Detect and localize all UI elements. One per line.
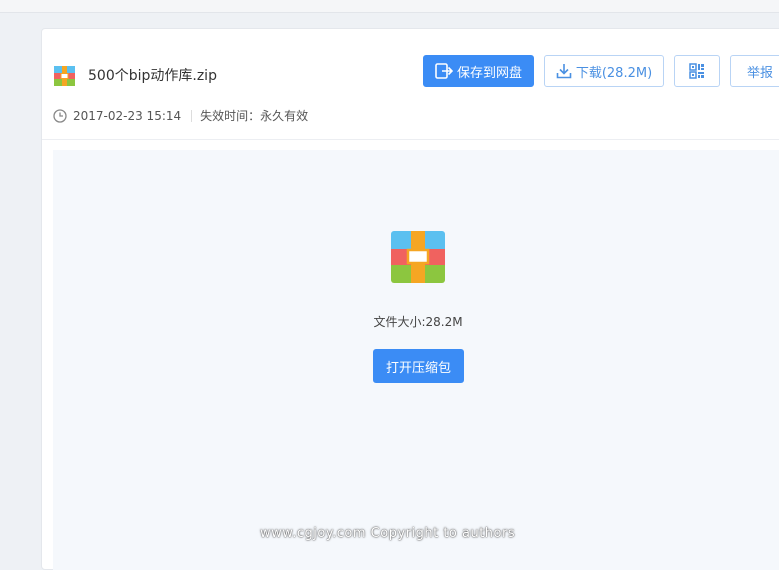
- file-name: 500个bip动作库.zip: [88, 68, 217, 84]
- file-size-text: 文件大小:28.2M: [373, 315, 463, 329]
- zip-archive-icon: [391, 231, 445, 283]
- qr-code-button[interactable]: [674, 55, 720, 87]
- preview-area: 文件大小:28.2M 打开压缩包: [53, 150, 779, 570]
- upload-date: 2017-02-23 15:14: [73, 108, 182, 123]
- open-archive-button[interactable]: 打开压缩包: [373, 349, 464, 383]
- meta-divider: [191, 109, 193, 122]
- header-divider: [42, 139, 779, 140]
- save-to-disk-label: 保存到网盘: [456, 65, 522, 81]
- qr-code-icon: [689, 63, 704, 79]
- file-meta: 2017-02-23 15:14 失效时间：永久有效: [53, 107, 308, 124]
- report-button[interactable]: 举报: [730, 55, 779, 87]
- file-share-card: 500个bip动作库.zip 保存到网盘 下载(28.2M) 举报 2017-0…: [41, 28, 779, 570]
- expiry-text: 失效时间：永久有效: [200, 109, 309, 123]
- download-button[interactable]: 下载(28.2M): [544, 55, 664, 87]
- zip-archive-icon: [54, 66, 75, 86]
- watermark-text: www.cgjoy.com Copyright to authors: [260, 526, 516, 541]
- download-icon: [556, 64, 572, 79]
- top-bar: [0, 0, 779, 13]
- report-label: 举报: [746, 65, 773, 81]
- clock-icon: [53, 108, 67, 123]
- save-to-disk-icon: [435, 63, 453, 79]
- save-to-disk-button[interactable]: 保存到网盘: [423, 55, 534, 87]
- download-label: 下载(28.2M): [575, 65, 653, 81]
